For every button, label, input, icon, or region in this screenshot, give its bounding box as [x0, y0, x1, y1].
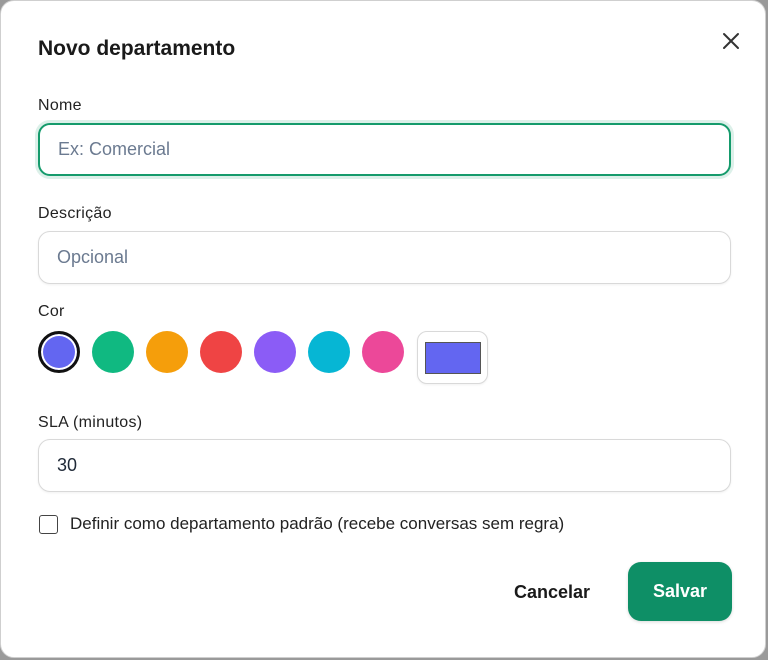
close-icon	[723, 33, 739, 49]
cancel-button[interactable]: Cancelar	[501, 567, 603, 617]
color-swatch-amber[interactable]	[146, 331, 188, 373]
color-swatch-purple[interactable]	[254, 331, 296, 373]
color-swatch-cyan[interactable]	[308, 331, 350, 373]
name-label: Nome	[38, 97, 82, 114]
name-input[interactable]	[38, 123, 731, 176]
default-department-label: Definir como departamento padrão (recebe…	[70, 514, 565, 533]
sla-input[interactable]	[38, 439, 731, 492]
custom-color-preview	[424, 341, 481, 374]
sla-label: SLA (minutos)	[38, 414, 143, 431]
custom-color-picker[interactable]	[417, 331, 488, 384]
dialog-title: Novo departamento	[38, 37, 236, 60]
color-swatch-indigo[interactable]	[38, 331, 80, 373]
color-swatch-green[interactable]	[92, 331, 134, 373]
default-department-checkbox[interactable]	[39, 515, 58, 534]
description-label: Descrição	[38, 205, 112, 222]
close-button[interactable]	[717, 27, 745, 55]
save-button[interactable]: Salvar	[628, 562, 732, 621]
color-swatch-pink[interactable]	[362, 331, 404, 373]
color-label: Cor	[38, 303, 65, 320]
color-swatch-red[interactable]	[200, 331, 242, 373]
new-department-dialog: Novo departamento Nome Descrição Cor SLA…	[0, 0, 766, 658]
description-input[interactable]	[38, 231, 731, 284]
